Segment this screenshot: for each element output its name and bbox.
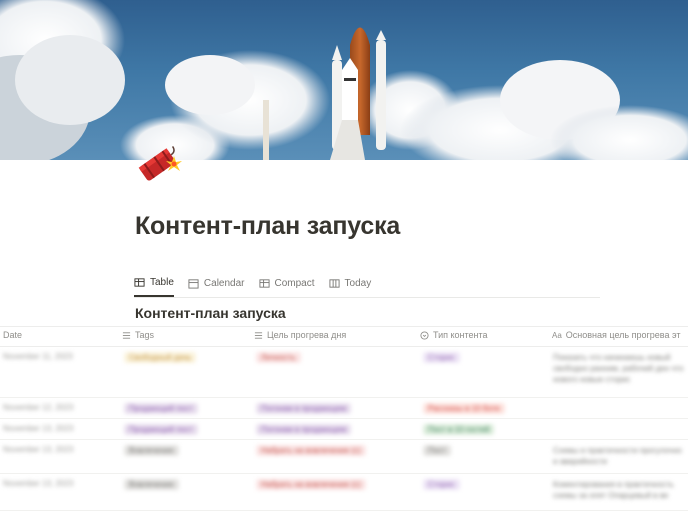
goal-cell[interactable]: Набрать на вовлечение (с) (256, 445, 366, 456)
database-title[interactable]: Контент-план запуска (135, 305, 286, 321)
table-row[interactable]: November 12, 2023 Продающий пост Погонам в… (0, 398, 688, 419)
tab-today[interactable]: Today (328, 270, 372, 296)
main-goal-cell[interactable]: Схемы и практичности прогулочно и аварий… (553, 445, 688, 467)
column-header-date[interactable]: Date (3, 330, 22, 340)
table-row[interactable]: November 11, 2023 Свободный день Личность С… (0, 347, 688, 398)
table-row[interactable]: November 13, 2023 Вовлечение Набрать на во… (0, 474, 688, 511)
page-icon[interactable] (134, 134, 188, 188)
select-tag: Вовлечение (124, 479, 179, 490)
tags-cell[interactable]: Вовлечение (124, 445, 179, 456)
select-tag: Свободный день (124, 352, 197, 363)
select-tag: Пост (423, 445, 451, 456)
date-cell[interactable]: November 13, 2023 (3, 424, 73, 433)
table-body: November 11, 2023 Свободный день Личность С… (0, 347, 688, 511)
calendar-icon (188, 278, 199, 289)
column-header-label: Tags (135, 330, 155, 340)
select-tag: Рассказы в 10 боте (423, 403, 505, 414)
tab-compact[interactable]: Compact (258, 270, 315, 296)
type-cell[interactable]: Пост (423, 445, 451, 456)
select-tag: Набрать на вовлечение (с) (256, 479, 366, 490)
main-goal-cell[interactable]: Коментирования в практичность схемы за о… (553, 479, 688, 501)
list-icon (122, 331, 131, 339)
firecracker-icon (138, 146, 182, 181)
tags-cell[interactable]: Вовлечение (124, 479, 179, 490)
type-cell[interactable]: Пост в 10 гостей (423, 424, 495, 435)
table-icon (134, 278, 145, 287)
select-tag: Личность (256, 352, 301, 363)
select-tag: Погонам в продающем (256, 403, 352, 414)
tags-cell[interactable]: Свободный день (124, 352, 197, 363)
tab-label: Compact (274, 277, 315, 289)
table-header: Date Tags Цель прогрева дня Тип контента… (0, 326, 688, 347)
select-tag: Пост в 10 гостей (423, 424, 495, 435)
goal-cell[interactable]: Набрать на вовлечение (с) (256, 479, 366, 490)
goal-cell[interactable]: Погонам в продающем (256, 403, 352, 414)
column-header-goal[interactable]: Цель прогрева дня (254, 330, 346, 340)
select-tag: Погонам в продающем (256, 424, 352, 435)
goal-cell[interactable]: Погонам в продающем (256, 424, 352, 435)
column-header-type[interactable]: Тип контента (420, 330, 488, 340)
table-row[interactable]: November 13, 2023 Продающий пост Погонам в… (0, 419, 688, 440)
board-icon (328, 278, 340, 288)
select-icon (420, 330, 429, 340)
tab-label: Calendar (203, 277, 245, 289)
type-cell[interactable]: Сторис (423, 479, 460, 490)
date-cell[interactable]: November 12, 2023 (3, 403, 73, 412)
date-cell[interactable]: November 11, 2023 (3, 352, 73, 361)
main-goal-cell[interactable]: Показать что начинаешь новый свободно ра… (553, 352, 688, 385)
tab-label: Today (344, 277, 372, 289)
rocket-launch-cover (0, 0, 688, 160)
column-header-label: Цель прогрева дня (267, 330, 347, 340)
column-header-label: Тип контента (433, 330, 488, 340)
table-icon (258, 278, 270, 288)
tab-label: Table (150, 277, 174, 288)
column-header-tags[interactable]: Tags (122, 330, 154, 340)
type-cell[interactable]: Рассказы в 10 боте (423, 403, 505, 414)
view-tabs: Table Calendar Compact Today (134, 270, 600, 298)
column-header-main[interactable]: Aa Основная цель прогрева эт (552, 330, 681, 340)
tags-cell[interactable]: Продающий пост (124, 403, 198, 414)
select-tag: Набрать на вовлечение (с) (256, 445, 366, 456)
column-header-label: Date (3, 330, 23, 340)
date-cell[interactable]: November 13, 2023 (3, 445, 73, 454)
select-tag: Вовлечение (124, 445, 179, 456)
list-icon (254, 331, 263, 339)
select-tag: Продающий пост (124, 403, 198, 414)
database-table: Date Tags Цель прогрева дня Тип контента… (0, 326, 688, 511)
goal-cell[interactable]: Личность (256, 352, 301, 363)
tab-table[interactable]: Table (134, 270, 174, 297)
select-tag: Сторис (423, 352, 460, 363)
page-title[interactable]: Контент-план запуска (135, 212, 400, 241)
text-property-icon: Aa (552, 330, 562, 340)
table-row[interactable]: November 13, 2023 Вовлечение Набрать на во… (0, 440, 688, 474)
select-tag: Сторис (423, 479, 460, 490)
tab-calendar[interactable]: Calendar (188, 270, 245, 296)
select-tag: Продающий пост (124, 424, 198, 435)
column-header-label: Основная цель прогрева эт (565, 330, 681, 340)
date-cell[interactable]: November 13, 2023 (3, 479, 73, 488)
page-cover-image[interactable] (0, 0, 688, 160)
type-cell[interactable]: Сторис (423, 352, 460, 363)
tags-cell[interactable]: Продающий пост (124, 424, 198, 435)
